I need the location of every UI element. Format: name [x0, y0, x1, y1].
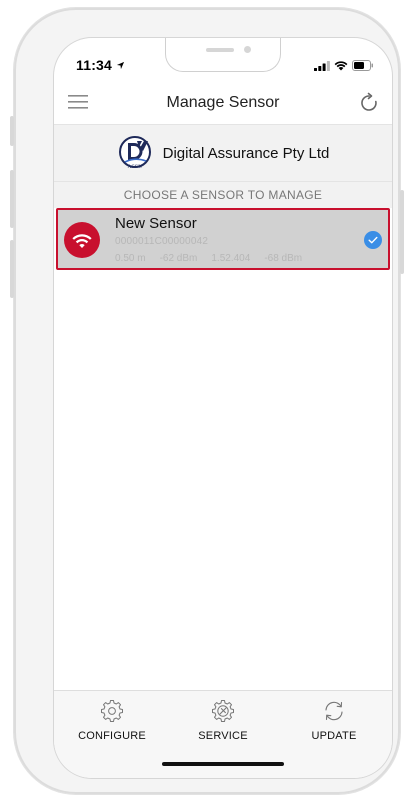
app-screen: 11:34 Manage Sensor ASSU Digital Assuran… [54, 38, 392, 778]
wifi-icon [334, 60, 348, 70]
phone-frame: 11:34 Manage Sensor ASSU Digital Assuran… [10, 8, 404, 794]
tab-service-label: SERVICE [198, 730, 248, 742]
tab-configure[interactable]: CONFIGURE [62, 697, 162, 747]
status-icons [314, 60, 374, 71]
front-camera [244, 46, 251, 53]
section-header: CHOOSE A SENSOR TO MANAGE [54, 182, 392, 208]
gear-icon [101, 700, 123, 722]
sensor-distance: 0.50 m [115, 253, 146, 264]
service-gear-icon [212, 700, 234, 722]
location-arrow-icon [117, 61, 125, 70]
sensor-name: New Sensor [115, 215, 197, 232]
tab-update-label: UPDATE [311, 730, 357, 742]
sensor-rssi: -62 dBm [159, 253, 198, 264]
status-time: 11:34 [76, 57, 125, 73]
volume-down-button [10, 240, 14, 298]
sensor-value: 1.52.404 [211, 253, 251, 264]
navigation-bar: Manage Sensor [54, 82, 392, 124]
tab-update[interactable]: UPDATE [284, 697, 384, 747]
sensor-id: 0000011C00000042 [115, 236, 209, 247]
logo-caption: ASSU [126, 164, 142, 170]
sensor-stats: 0.50 m -62 dBm 1.52.404 -68 dBm [115, 253, 302, 264]
refresh-button[interactable] [358, 92, 380, 114]
company-banner: ASSU Digital Assurance Pty Ltd [54, 124, 392, 182]
speaker-grille [206, 48, 234, 52]
silent-switch [10, 116, 14, 146]
company-name: Digital Assurance Pty Ltd [162, 144, 330, 162]
power-button [400, 190, 404, 274]
page-title: Manage Sensor [166, 94, 280, 111]
tab-service[interactable]: SERVICE [173, 697, 273, 747]
sensor-rssi-secondary: -68 dBm [264, 253, 303, 264]
device-notch [165, 38, 281, 72]
selected-check-icon [364, 231, 382, 249]
sync-icon [325, 701, 343, 721]
volume-up-button [10, 170, 14, 228]
sensor-wifi-icon [64, 222, 100, 258]
company-logo: ASSU [118, 136, 151, 170]
sensor-list-item[interactable]: New Sensor 0000011C00000042 0.50 m -62 d… [56, 208, 390, 270]
tab-configure-label: CONFIGURE [78, 730, 146, 742]
cellular-signal-icon [314, 60, 330, 71]
refresh-icon [361, 92, 377, 111]
battery-icon [352, 60, 373, 71]
home-indicator[interactable] [162, 762, 284, 766]
